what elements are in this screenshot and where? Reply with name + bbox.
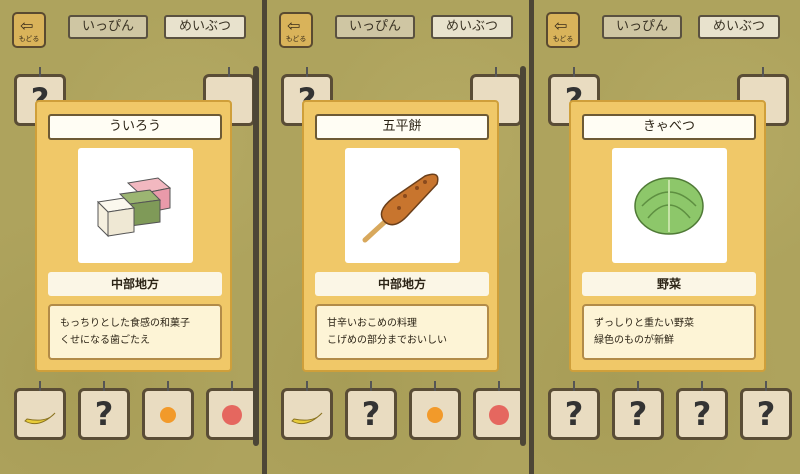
description-line: 緑色のものが新鮮: [594, 335, 674, 346]
grid-tile[interactable]: [281, 381, 333, 440]
grid-tile[interactable]: ?: [548, 381, 600, 440]
unknown-mark: ?: [94, 395, 114, 433]
description-line: こげめの部分までおいしい: [327, 335, 447, 346]
tab-meibutsu[interactable]: めいぶつ: [431, 15, 513, 39]
description-line: 甘辛いおこめの料理: [327, 318, 417, 329]
back-arrow-icon: ⇦: [554, 16, 568, 35]
back-button[interactable]: ⇦ もどる: [279, 12, 313, 48]
tab-ippin[interactable]: いっぴん: [68, 15, 148, 39]
grid-tile[interactable]: [473, 381, 525, 440]
grid-tile[interactable]: ?: [612, 381, 664, 440]
cabbage-icon: [612, 148, 727, 263]
item-region: 野菜: [582, 272, 756, 296]
item-detail-popup: ういろう 中部地方 もっちりとした食感の和菓子 くせになる歯ごたえ: [35, 100, 232, 372]
description-line: くせになる歯ごたえ: [60, 335, 150, 346]
tab-meibutsu[interactable]: めいぶつ: [164, 15, 246, 39]
orange-icon: [427, 407, 443, 423]
back-label: もどる: [18, 35, 40, 43]
banana-icon: [291, 412, 323, 425]
grid-tile[interactable]: [206, 381, 258, 440]
back-arrow-icon: ⇦: [20, 16, 34, 35]
grid-tile[interactable]: ?: [78, 381, 130, 440]
grid-tile[interactable]: ?: [676, 381, 728, 440]
gohei-mochi-icon: [345, 148, 460, 263]
item-description: 甘辛いおこめの料理 こげめの部分までおいしい: [315, 304, 489, 360]
item-region: 中部地方: [48, 272, 222, 296]
item-name: きゃべつ: [582, 114, 756, 140]
description-line: ずっしりと重たい野菜: [594, 318, 694, 329]
scrollbar[interactable]: [253, 66, 259, 446]
grid-tile[interactable]: [14, 381, 66, 440]
item-description: もっちりとした食感の和菓子 くせになる歯ごたえ: [48, 304, 222, 360]
unknown-mark: ?: [361, 395, 381, 433]
apple-icon: [222, 405, 242, 425]
grid-tile[interactable]: ?: [740, 381, 792, 440]
scrollbar[interactable]: [520, 66, 526, 446]
back-arrow-icon: ⇦: [287, 16, 301, 35]
orange-icon: [160, 407, 176, 423]
back-label: もどる: [552, 35, 574, 43]
item-region: 中部地方: [315, 272, 489, 296]
banana-icon: [24, 412, 56, 425]
unknown-mark: ?: [756, 395, 776, 433]
item-name: 五平餅: [315, 114, 489, 140]
grid-tile[interactable]: ?: [345, 381, 397, 440]
description-line: もっちりとした食感の和菓子: [60, 318, 190, 329]
item-detail-popup: 五平餅 中部地方 甘辛いおこめの料理 こげめの部分までおいしい: [302, 100, 499, 372]
unknown-mark: ?: [628, 395, 648, 433]
tab-ippin[interactable]: いっぴん: [602, 15, 682, 39]
apple-icon: [489, 405, 509, 425]
item-description: ずっしりと重たい野菜 緑色のものが新鮮: [582, 304, 756, 360]
back-label: もどる: [285, 35, 307, 43]
tab-ippin[interactable]: いっぴん: [335, 15, 415, 39]
uiro-icon: [78, 148, 193, 263]
screen-3: ⇦ もどる いっぴん めいぶつ ? ? ? ? ? きゃべつ 野菜 ずっしりと重…: [534, 0, 800, 474]
tab-meibutsu[interactable]: めいぶつ: [698, 15, 780, 39]
grid-tile[interactable]: [409, 381, 461, 440]
grid-tile[interactable]: [142, 381, 194, 440]
screen-1: ⇦ もどる いっぴん めいぶつ ? ? ういろう 中部地方 もっちりとした食: [0, 0, 262, 474]
item-name: ういろう: [48, 114, 222, 140]
item-detail-popup: きゃべつ 野菜 ずっしりと重たい野菜 緑色のものが新鮮: [569, 100, 766, 372]
back-button[interactable]: ⇦ もどる: [12, 12, 46, 48]
back-button[interactable]: ⇦ もどる: [546, 12, 580, 48]
unknown-mark: ?: [564, 395, 584, 433]
unknown-mark: ?: [692, 395, 712, 433]
screen-2: ⇦ もどる いっぴん めいぶつ ? ? 五平餅 中部地方 甘辛いおこめの料理 こ…: [267, 0, 529, 474]
